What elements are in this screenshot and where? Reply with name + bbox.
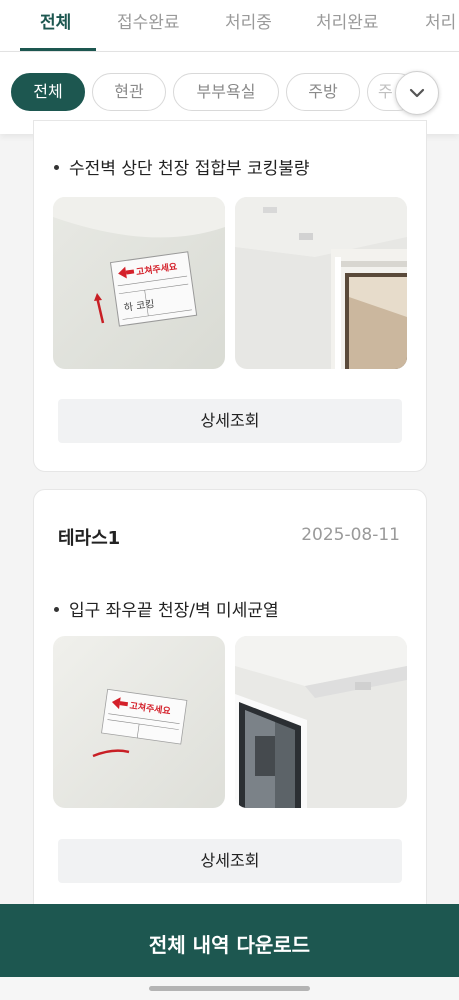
status-tab-bar: 전체 접수완료 처리중 처리완료 처리 (0, 0, 459, 52)
defect-photo[interactable]: 고쳐주세요 (53, 636, 225, 808)
defect-photo[interactable] (235, 197, 407, 369)
defect-photo[interactable]: 고쳐주세요 하 코킹 (53, 197, 225, 369)
detail-view-button[interactable]: 상세조회 (58, 839, 402, 883)
expand-chips-button[interactable] (395, 71, 439, 115)
chip-master-bathroom[interactable]: 부부욕실 (173, 73, 279, 111)
download-all-label: 전체 내역 다운로드 (148, 933, 311, 957)
bullet-icon (54, 164, 59, 170)
tab-completed[interactable]: 처리완료 (316, 8, 379, 33)
bullet-icon (54, 606, 59, 612)
chip-entrance[interactable]: 현관 (92, 73, 166, 111)
chip-kitchen[interactable]: 주방 (286, 73, 360, 111)
defect-description: 수전벽 상단 천장 접합부 코킹불량 (54, 154, 310, 179)
card-date: 2025-08-11 (301, 525, 400, 545)
tab-all[interactable]: 전체 (40, 8, 71, 33)
tab-processing-partial[interactable]: 처리 (425, 8, 456, 33)
chip-all[interactable]: 전체 (11, 73, 85, 111)
detail-view-button[interactable]: 상세조회 (58, 399, 402, 443)
tab-received[interactable]: 접수완료 (117, 8, 180, 33)
defect-description: 입구 좌우끝 천장/벽 미세균열 (54, 596, 279, 621)
tab-in-progress[interactable]: 처리중 (225, 8, 272, 33)
card-location-title: 테라스1 (58, 528, 121, 549)
defect-card: 수전벽 상단 천장 접합부 코킹불량 고쳐주세요 하 코킹 상세조회 (33, 120, 427, 472)
defect-photo[interactable] (235, 636, 407, 808)
home-indicator[interactable] (149, 986, 310, 991)
chevron-down-icon (409, 88, 425, 98)
defect-card: 테라스1 2025-08-11 입구 좌우끝 천장/벽 미세균열 고쳐주세요 상… (33, 489, 427, 919)
